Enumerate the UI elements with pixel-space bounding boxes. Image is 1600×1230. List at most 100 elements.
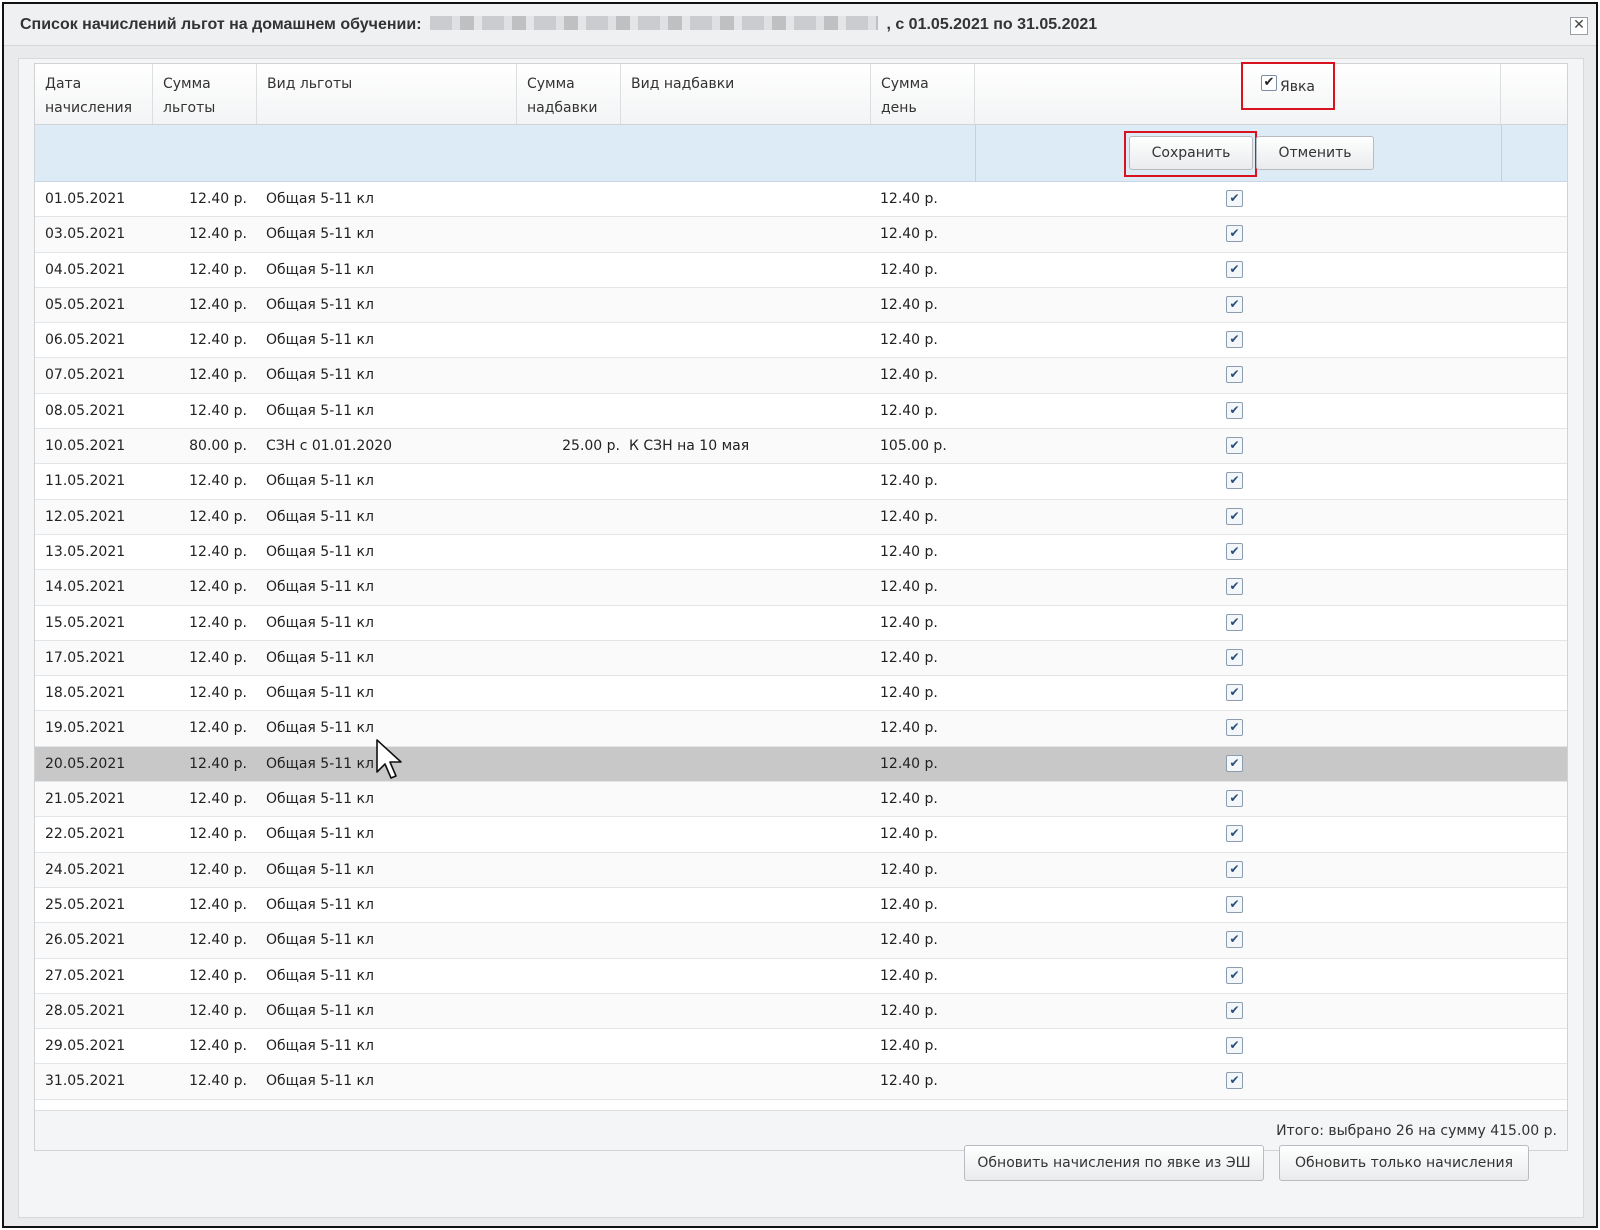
- col-header-date[interactable]: Дата начисления: [35, 64, 153, 124]
- cell-bonus-sum: [525, 1064, 620, 1099]
- attendance-checkbox[interactable]: ✔: [1226, 613, 1243, 631]
- attendance-checkbox[interactable]: ✔: [1226, 754, 1243, 772]
- attendance-checkbox[interactable]: ✔: [1226, 225, 1243, 243]
- accruals-grid: Дата начисления Сумма льготы Вид льготы …: [34, 62, 1568, 1151]
- cell-day-sum: 12.40 р.: [880, 543, 938, 560]
- cancel-button[interactable]: Отменить: [1256, 136, 1374, 170]
- attendance-checkbox[interactable]: ✔: [1226, 331, 1243, 349]
- table-row[interactable]: 24.05.2021 12.40 р. Общая 5-11 кл 12.40 р. ✔: [35, 852, 1567, 888]
- cell-bonus-sum: [525, 570, 620, 605]
- cell-bonus-sum: [525, 464, 620, 499]
- update-accruals-only-button[interactable]: Обновить только начисления: [1279, 1145, 1529, 1181]
- cell-day-sum: 12.40 р.: [880, 579, 938, 596]
- col-header-bonus-sum[interactable]: Сумма надбавки: [517, 64, 621, 124]
- attendance-checkbox[interactable]: ✔: [1226, 825, 1243, 843]
- table-row[interactable]: 22.05.2021 12.40 р. Общая 5-11 кл 12.40 р. ✔: [35, 817, 1567, 853]
- table-row[interactable]: 18.05.2021 12.40 р. Общая 5-11 кл 12.40 р. ✔: [35, 676, 1567, 712]
- cell-bonus-sum: [525, 641, 620, 676]
- attendance-checkbox[interactable]: ✔: [1226, 542, 1243, 560]
- attendance-checkbox[interactable]: ✔: [1226, 1001, 1243, 1019]
- cell-bonus-sum: 25.00 р.: [562, 438, 620, 455]
- attendance-checkbox[interactable]: ✔: [1226, 507, 1243, 525]
- selection-summary: Итого: выбрано 26 на сумму 415.00 р.: [1276, 1123, 1557, 1139]
- table-row[interactable]: 06.05.2021 12.40 р. Общая 5-11 кл 12.40 р. ✔: [35, 323, 1567, 359]
- table-row[interactable]: 25.05.2021 12.40 р. Общая 5-11 кл 12.40 р. ✔: [35, 887, 1567, 924]
- col-header-spacer: [1501, 64, 1551, 124]
- table-row[interactable]: 26.05.2021 12.40 р. Общая 5-11 кл 12.40 р. ✔: [35, 923, 1567, 959]
- attendance-checkbox[interactable]: ✔: [1226, 1072, 1243, 1090]
- cell-bonus-sum: [525, 747, 620, 782]
- cell-benefit-type: Общая 5-11 кл: [266, 367, 374, 384]
- attendance-checkbox[interactable]: ✔: [1226, 1037, 1243, 1055]
- cell-day-sum: 12.40 р.: [880, 261, 938, 278]
- cell-benefit-type: Общая 5-11 кл: [266, 685, 374, 702]
- cell-date: 28.05.2021: [45, 1002, 126, 1019]
- table-row[interactable]: 10.05.2021 80.00 р. СЗН с 01.01.2020 25.00 …: [35, 429, 1567, 465]
- cell-benefit-sum: 80.00 р.: [189, 438, 247, 455]
- close-icon[interactable]: ✕: [1570, 17, 1588, 35]
- cell-day-sum: 12.40 р.: [880, 755, 938, 772]
- cell-benefit-type: Общая 5-11 кл: [266, 296, 374, 313]
- attendance-checkbox[interactable]: ✔: [1226, 260, 1243, 278]
- attendance-checkbox[interactable]: ✔: [1226, 472, 1243, 490]
- arrow-cursor-icon: [376, 739, 402, 779]
- cell-benefit-sum: 12.40 р.: [189, 967, 247, 984]
- table-row[interactable]: 13.05.2021 12.40 р. Общая 5-11 кл 12.40 р. ✔: [35, 534, 1567, 571]
- update-from-attendance-button[interactable]: Обновить начисления по явке из ЭШ: [964, 1145, 1264, 1181]
- attendance-checkbox[interactable]: ✔: [1226, 719, 1243, 737]
- table-row[interactable]: 03.05.2021 12.40 р. Общая 5-11 кл 12.40 р. ✔: [35, 217, 1567, 253]
- attendance-checkbox[interactable]: ✔: [1226, 966, 1243, 984]
- cell-benefit-type: Общая 5-11 кл: [266, 967, 374, 984]
- attendance-checkbox[interactable]: ✔: [1226, 190, 1243, 207]
- attendance-checkbox[interactable]: ✔: [1226, 648, 1243, 666]
- cell-benefit-sum: 12.40 р.: [189, 1073, 247, 1090]
- cell-date: 06.05.2021: [45, 332, 126, 349]
- cell-benefit-sum: 12.40 р.: [189, 791, 247, 808]
- title-period: , с 01.05.2021 по 31.05.2021: [886, 16, 1098, 33]
- table-row[interactable]: 11.05.2021 12.40 р. Общая 5-11 кл 12.40 р. ✔: [35, 464, 1567, 500]
- attendance-checkbox[interactable]: ✔: [1226, 578, 1243, 596]
- table-row[interactable]: 15.05.2021 12.40 р. Общая 5-11 кл 12.40 р. ✔: [35, 605, 1567, 641]
- title-prefix: Список начислений льгот на домашнем обуч…: [20, 16, 422, 33]
- attendance-checkbox[interactable]: ✔: [1226, 401, 1243, 419]
- table-row[interactable]: 27.05.2021 12.40 р. Общая 5-11 кл 12.40 р. ✔: [35, 958, 1567, 994]
- attendance-checkbox[interactable]: ✔: [1226, 895, 1243, 913]
- cell-date: 25.05.2021: [45, 896, 126, 913]
- cell-benefit-sum: 12.40 р.: [189, 685, 247, 702]
- cell-day-sum: 12.40 р.: [880, 826, 938, 843]
- attendance-checkbox[interactable]: ✔: [1226, 860, 1243, 878]
- table-row[interactable]: 31.05.2021 12.40 р. Общая 5-11 кл 12.40 р. ✔: [35, 1064, 1567, 1100]
- attendance-select-all-checkbox[interactable]: ✔: [1260, 75, 1277, 91]
- table-row[interactable]: 19.05.2021 12.40 р. Общая 5-11 кл 12.40 р. ✔: [35, 711, 1567, 747]
- table-row[interactable]: 20.05.2021 12.40 р. Общая 5-11 кл 12.40 р. ✔: [35, 746, 1567, 783]
- table-row[interactable]: 21.05.2021 12.40 р. Общая 5-11 кл 12.40 р. ✔: [35, 782, 1567, 818]
- attendance-checkbox[interactable]: ✔: [1226, 684, 1243, 702]
- table-row[interactable]: 12.05.2021 12.40 р. Общая 5-11 кл 12.40 р. ✔: [35, 499, 1567, 535]
- table-row[interactable]: 29.05.2021 12.40 р. Общая 5-11 кл 12.40 р. ✔: [35, 1029, 1567, 1065]
- cell-date: 01.05.2021: [45, 191, 126, 207]
- col-header-day-sum[interactable]: Сумма день: [871, 64, 975, 124]
- col-header-bonus-type[interactable]: Вид надбавки: [621, 64, 871, 124]
- table-row[interactable]: 01.05.2021 12.40 р. Общая 5-11 кл 12.40 р. ✔: [35, 182, 1567, 218]
- table-row[interactable]: 07.05.2021 12.40 р. Общая 5-11 кл 12.40 р. ✔: [35, 358, 1567, 394]
- attendance-checkbox[interactable]: ✔: [1226, 366, 1243, 384]
- attendance-checkbox[interactable]: ✔: [1226, 790, 1243, 808]
- table-row[interactable]: 28.05.2021 12.40 р. Общая 5-11 кл 12.40 р. ✔: [35, 993, 1567, 1030]
- cell-benefit-sum: 12.40 р.: [189, 896, 247, 913]
- cell-benefit-type: Общая 5-11 кл: [266, 755, 374, 772]
- cell-day-sum: 12.40 р.: [880, 402, 938, 419]
- cell-bonus-type: К СЗН на 10 мая: [629, 438, 750, 455]
- table-row[interactable]: 04.05.2021 12.40 р. Общая 5-11 кл 12.40 р. ✔: [35, 252, 1567, 288]
- table-row[interactable]: 05.05.2021 12.40 р. Общая 5-11 кл 12.40 р. ✔: [35, 287, 1567, 324]
- cell-day-sum: 12.40 р.: [880, 367, 938, 384]
- col-header-benefit-sum[interactable]: Сумма льготы: [153, 64, 257, 124]
- table-row[interactable]: 14.05.2021 12.40 р. Общая 5-11 кл 12.40 р. ✔: [35, 570, 1567, 606]
- table-row[interactable]: 08.05.2021 12.40 р. Общая 5-11 кл 12.40 р. ✔: [35, 393, 1567, 430]
- attendance-checkbox[interactable]: ✔: [1226, 295, 1243, 313]
- table-row[interactable]: 17.05.2021 12.40 р. Общая 5-11 кл 12.40 р. ✔: [35, 640, 1567, 677]
- dialog-title: Список начислений льгот на домашнем обуч…: [20, 16, 1097, 34]
- col-header-benefit-type[interactable]: Вид льготы: [257, 64, 517, 124]
- attendance-checkbox[interactable]: ✔: [1226, 931, 1243, 949]
- save-button[interactable]: Сохранить: [1129, 136, 1253, 170]
- attendance-checkbox[interactable]: ✔: [1226, 437, 1243, 455]
